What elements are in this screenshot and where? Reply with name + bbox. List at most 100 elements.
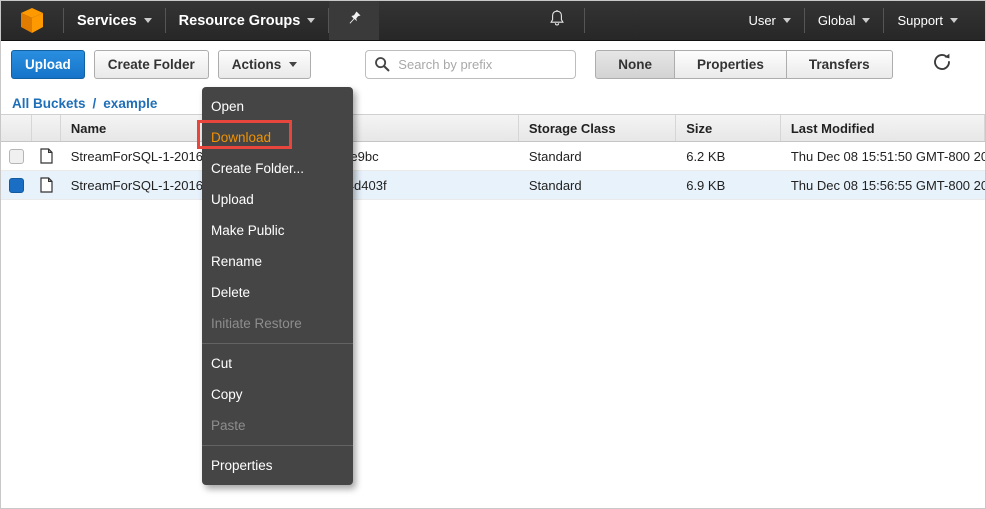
table-header-row: Name Storage Class Size Last Modified xyxy=(1,114,985,142)
table-header-size[interactable]: Size xyxy=(676,115,781,141)
search-icon xyxy=(374,56,390,72)
row-checkbox-cell[interactable] xyxy=(1,148,32,164)
menu-item-delete[interactable]: Delete xyxy=(202,277,353,308)
chevron-down-icon xyxy=(950,18,959,23)
nav-spacer-2 xyxy=(585,1,736,40)
row-size: 6.2 KB xyxy=(686,148,726,164)
bucket-toolbar: Upload Create Folder Actions None xyxy=(1,42,985,87)
table-row[interactable]: StreamForSQL-1-2016-12- 6-47f8-b230-4c60… xyxy=(1,171,985,200)
nav-support-label: Support xyxy=(897,13,944,28)
s3-console-window: Services Resource Groups User Global Sup… xyxy=(0,0,986,509)
table-header-storage-class-label: Storage Class xyxy=(528,120,616,136)
menu-item-rename-label: Rename xyxy=(211,254,263,269)
tab-properties[interactable]: Properties xyxy=(675,50,787,79)
menu-item-make-public[interactable]: Make Public xyxy=(202,215,353,246)
menu-item-properties[interactable]: Properties xyxy=(202,450,353,481)
nav-region-menu[interactable]: Global xyxy=(805,1,884,40)
row-checkbox[interactable] xyxy=(8,177,24,193)
file-icon xyxy=(40,177,53,193)
breadcrumb-current-bucket[interactable]: example xyxy=(103,96,157,111)
row-file-icon-cell xyxy=(32,148,61,164)
menu-item-open[interactable]: Open xyxy=(202,91,353,122)
notifications-button[interactable] xyxy=(530,1,584,40)
menu-item-upload-label: Upload xyxy=(211,192,254,207)
menu-item-download[interactable]: Download xyxy=(202,122,353,153)
tab-transfers[interactable]: Transfers xyxy=(786,50,893,79)
menu-item-upload[interactable]: Upload xyxy=(202,184,353,215)
menu-item-properties-label: Properties xyxy=(211,458,273,473)
breadcrumb-separator: / xyxy=(92,96,97,111)
menu-item-rename[interactable]: Rename xyxy=(202,246,353,277)
nav-services[interactable]: Services xyxy=(64,1,165,40)
table-header-storage-class[interactable]: Storage Class xyxy=(519,115,677,141)
menu-item-create-folder-label: Create Folder... xyxy=(211,161,305,176)
row-last-modified: Thu Dec 08 15:51:50 GMT-800 2016 xyxy=(790,148,985,164)
menu-item-cut-label: Cut xyxy=(211,356,233,371)
view-mode-segmented-control: None Properties Transfers xyxy=(595,50,893,79)
chevron-down-icon xyxy=(782,18,791,23)
top-navigation-bar: Services Resource Groups User Global Sup… xyxy=(1,1,985,41)
tab-properties-label: Properties xyxy=(697,57,764,72)
menu-item-copy[interactable]: Copy xyxy=(202,379,353,410)
menu-item-delete-label: Delete xyxy=(211,285,251,300)
objects-table: Name Storage Class Size Last Modified St… xyxy=(1,114,985,200)
table-header-icon xyxy=(32,115,61,141)
table-header-name-label: Name xyxy=(70,120,107,136)
aws-cube-icon xyxy=(20,7,44,34)
row-last-modified: Thu Dec 08 15:56:55 GMT-800 2016 xyxy=(790,177,985,193)
pin-icon xyxy=(346,10,362,31)
nav-user-menu[interactable]: User xyxy=(735,1,803,40)
menu-item-copy-label: Copy xyxy=(211,387,243,402)
search-field[interactable] xyxy=(365,50,577,79)
table-header-select-all[interactable] xyxy=(1,115,32,141)
table-header-last-modified[interactable]: Last Modified xyxy=(781,115,985,141)
menu-item-create-folder[interactable]: Create Folder... xyxy=(202,153,353,184)
refresh-button[interactable] xyxy=(929,52,955,78)
aws-logo[interactable] xyxy=(1,1,63,40)
row-storage-class: Standard xyxy=(528,177,582,193)
menu-item-download-label: Download xyxy=(211,130,272,145)
menu-separator-1 xyxy=(202,343,353,344)
menu-item-open-label: Open xyxy=(211,99,245,114)
actions-button[interactable]: Actions xyxy=(217,50,312,79)
nav-support-menu[interactable]: Support xyxy=(884,1,971,40)
actions-dropdown-menu: Open Download Create Folder... Upload Ma… xyxy=(202,87,353,485)
row-checkbox[interactable] xyxy=(8,148,24,164)
search-input[interactable] xyxy=(365,50,577,79)
row-storage-class: Standard xyxy=(528,148,582,164)
nav-resource-groups-label: Resource Groups xyxy=(178,12,301,29)
chevron-down-icon xyxy=(862,18,871,23)
breadcrumb: All Buckets / example xyxy=(1,93,985,114)
nav-resource-groups[interactable]: Resource Groups xyxy=(166,1,329,40)
menu-separator-2 xyxy=(202,445,353,446)
menu-item-make-public-label: Make Public xyxy=(211,223,285,238)
upload-button-label: Upload xyxy=(25,57,71,72)
upload-button[interactable]: Upload xyxy=(11,50,85,79)
file-icon xyxy=(40,148,53,164)
menu-item-paste-label: Paste xyxy=(211,418,246,433)
breadcrumb-all-buckets[interactable]: All Buckets xyxy=(12,96,86,111)
menu-item-initiate-restore-label: Initiate Restore xyxy=(211,316,302,331)
chevron-down-icon xyxy=(307,18,316,23)
nav-region-label: Global xyxy=(817,13,856,28)
row-checkbox-cell[interactable] xyxy=(1,177,32,193)
tab-none[interactable]: None xyxy=(595,50,676,79)
table-header-size-label: Size xyxy=(686,120,713,136)
create-folder-button-label: Create Folder xyxy=(107,57,195,72)
refresh-icon xyxy=(931,51,953,78)
chevron-down-icon xyxy=(289,62,298,67)
table-header-last-modified-label: Last Modified xyxy=(790,120,875,136)
nav-user-label: User xyxy=(748,13,776,28)
table-row[interactable]: StreamForSQL-1-2016-12- -4f22-b361-f21c7… xyxy=(1,142,985,171)
row-size: 6.9 KB xyxy=(686,177,726,193)
menu-item-cut[interactable]: Cut xyxy=(202,348,353,379)
tab-transfers-label: Transfers xyxy=(808,57,870,72)
row-file-icon-cell xyxy=(32,177,61,193)
actions-button-label: Actions xyxy=(231,57,282,72)
create-folder-button[interactable]: Create Folder xyxy=(93,50,209,79)
chevron-down-icon xyxy=(143,18,152,23)
pin-button[interactable] xyxy=(329,1,380,40)
menu-item-initiate-restore: Initiate Restore xyxy=(202,308,353,339)
menu-item-paste: Paste xyxy=(202,410,353,441)
